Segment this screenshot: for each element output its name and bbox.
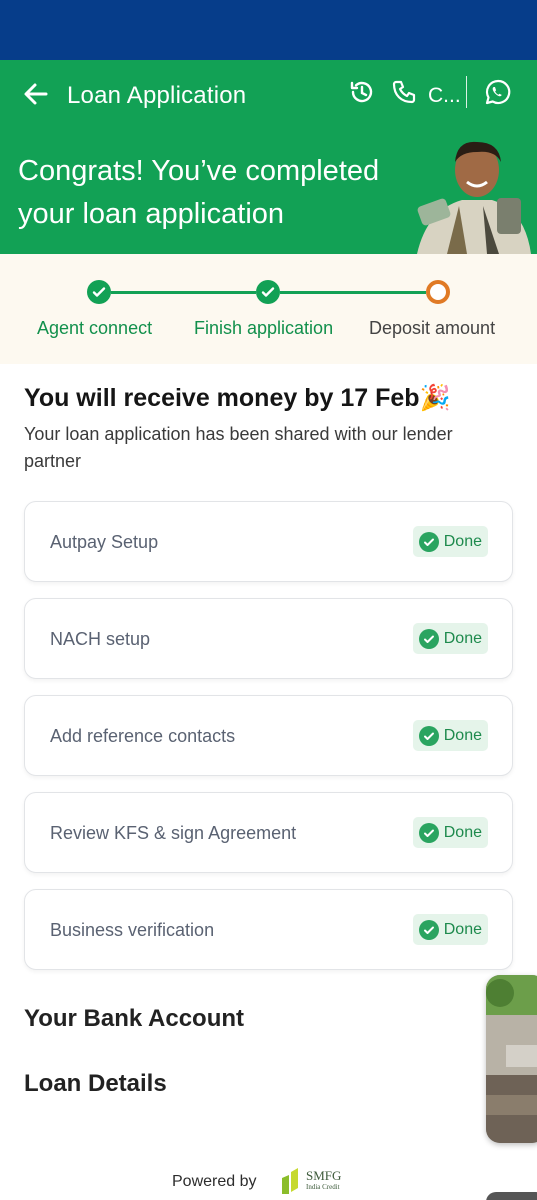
status-badge: Done — [412, 914, 488, 945]
task-label: Autpay Setup — [50, 532, 159, 552]
task-label: Add reference contacts — [50, 726, 236, 746]
check-circle-icon — [418, 725, 439, 746]
check-circle-icon — [418, 919, 439, 940]
loan-details-section[interactable]: Loan Details — [24, 1070, 167, 1098]
check-circle-icon — [418, 628, 439, 649]
step-connector-2 — [280, 291, 426, 294]
status-badge: Done — [412, 526, 488, 557]
task-label: NACH setup — [50, 629, 151, 649]
task-label: Review KFS & sign Agreement — [50, 823, 297, 843]
application-shared-text: Your loan application has been shared wi… — [24, 424, 453, 471]
status-text: Done — [443, 823, 482, 841]
status-text: Done — [443, 629, 482, 647]
app-bar: Loan Application C... — [0, 60, 537, 130]
step-done-icon — [256, 280, 280, 304]
smfg-logo-text: SMFG — [306, 1168, 342, 1183]
call-label[interactable]: C... — [428, 84, 461, 108]
whatsapp-icon[interactable] — [484, 78, 512, 106]
task-card-autopay[interactable]: Autpay Setup Done — [24, 501, 513, 582]
check-circle-icon — [418, 531, 439, 552]
congrats-text: Congrats! You’ve completed your loan app… — [18, 150, 418, 236]
floating-video-thumbnail-2[interactable] — [486, 1192, 537, 1200]
history-icon[interactable] — [348, 78, 376, 106]
person-illustration — [407, 130, 537, 254]
status-badge: Done — [412, 623, 488, 654]
powered-by-label: Powered by — [172, 1173, 257, 1190]
congrats-line-2: your loan application — [18, 198, 285, 230]
smfg-logo-subtext: India Credit — [306, 1183, 340, 1191]
back-arrow-icon[interactable] — [20, 78, 52, 110]
status-text: Done — [443, 726, 482, 744]
floating-video-thumbnail[interactable] — [486, 975, 537, 1143]
app-bar-divider — [466, 76, 467, 108]
status-badge: Done — [412, 817, 488, 848]
task-card-business-verification[interactable]: Business verification Done — [24, 889, 513, 970]
task-label: Business verification — [50, 920, 215, 940]
status-badge: Done — [412, 720, 488, 751]
phone-icon[interactable] — [390, 78, 418, 106]
congrats-banner: Congrats! You’ve completed your loan app… — [0, 130, 537, 254]
task-card-kfs-agreement[interactable]: Review KFS & sign Agreement Done — [24, 792, 513, 873]
bank-account-section[interactable]: Your Bank Account — [24, 1005, 244, 1033]
check-circle-icon — [418, 822, 439, 843]
task-card-reference-contacts[interactable]: Add reference contacts Done — [24, 695, 513, 776]
step-done-icon — [87, 280, 111, 304]
status-text: Done — [443, 920, 482, 938]
status-bar — [0, 0, 537, 60]
congrats-line-1: Congrats! You’ve completed — [18, 155, 380, 187]
progress-stepper — [0, 254, 537, 364]
step-current-icon — [426, 280, 450, 304]
step-label-agent-connect: Agent connect — [37, 318, 153, 338]
receive-money-heading: You will receive money by 17 Feb🎉 — [24, 384, 451, 412]
step-connector-1 — [111, 291, 256, 294]
step-label-deposit-amount: Deposit amount — [369, 318, 496, 338]
task-card-nach[interactable]: NACH setup Done — [24, 598, 513, 679]
status-text: Done — [443, 532, 482, 550]
step-label-finish-application: Finish application — [194, 318, 334, 338]
page-title: Loan Application — [67, 82, 247, 109]
